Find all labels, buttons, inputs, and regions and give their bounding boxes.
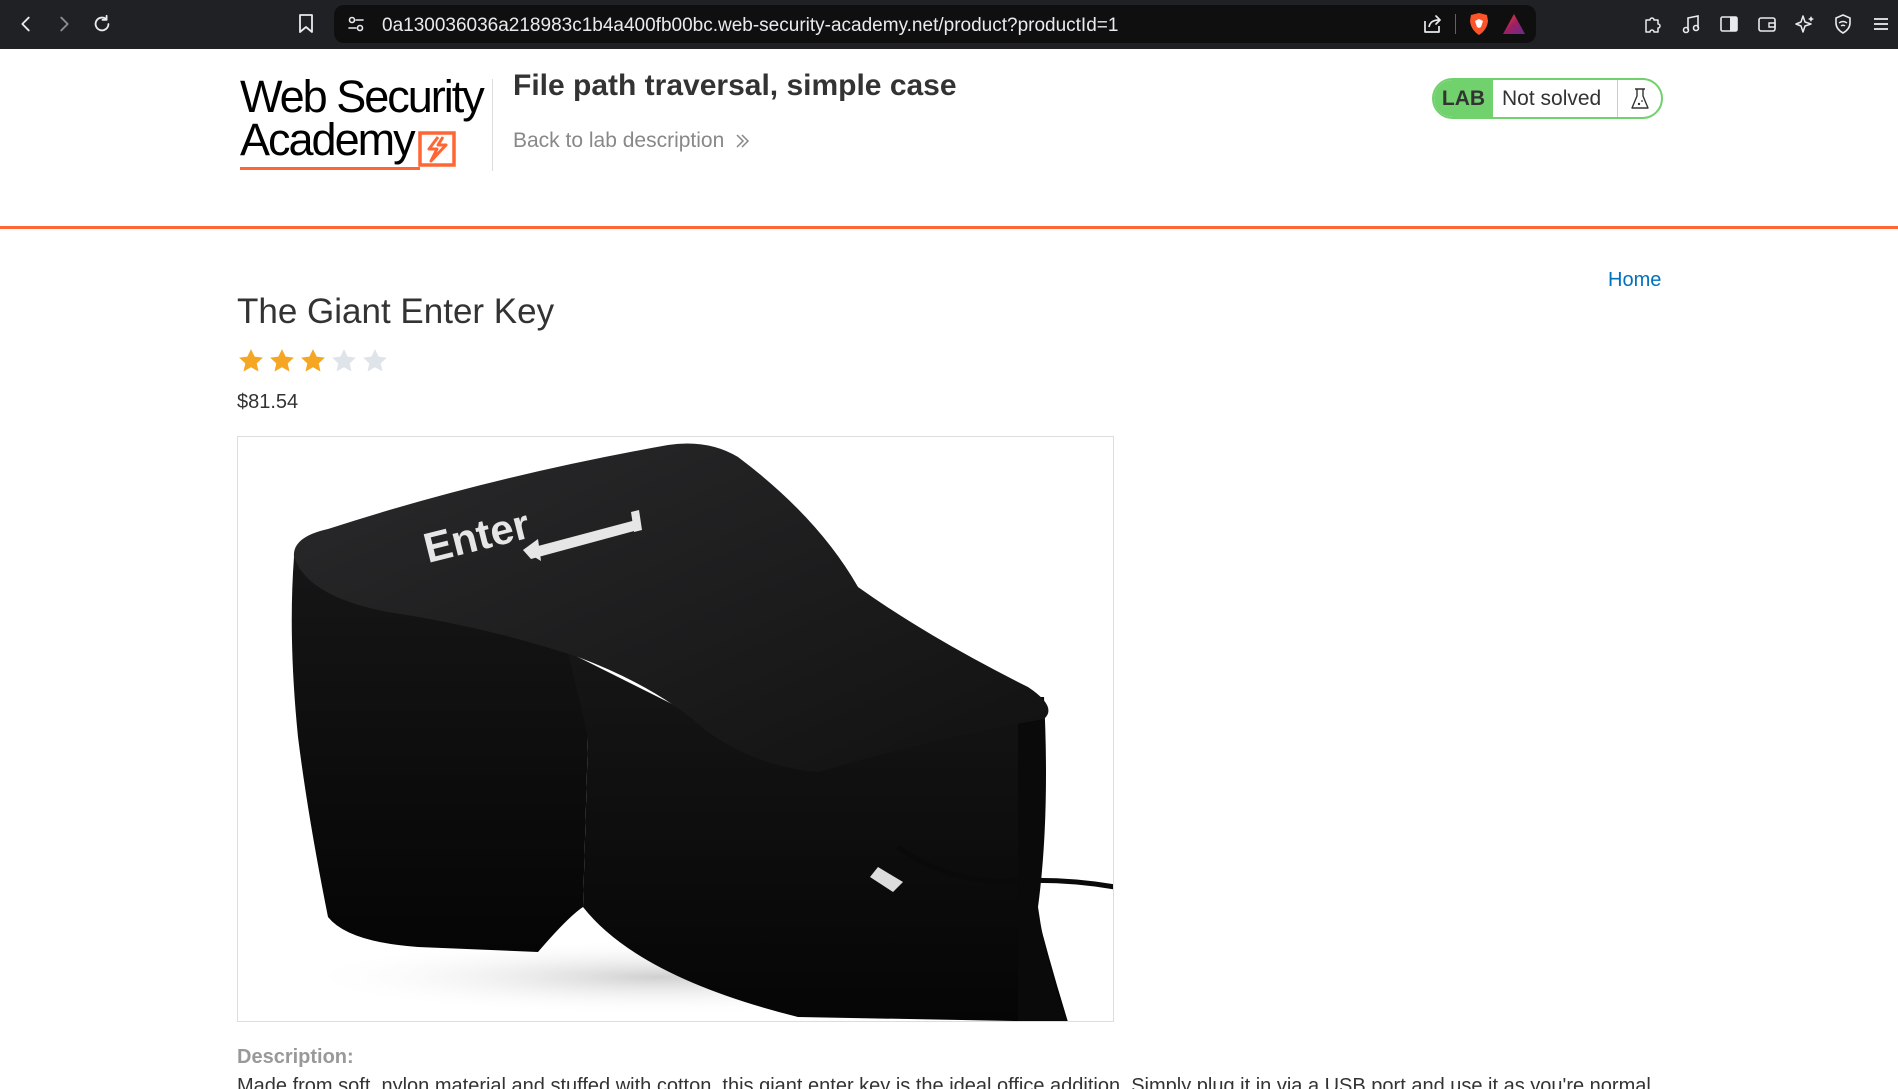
product-price: $81.54 <box>237 391 299 413</box>
lab-header: Web Security Academy File path traversal… <box>0 49 1898 229</box>
media-button[interactable] <box>1678 11 1704 37</box>
lab-title: File path traversal, simple case <box>513 69 957 102</box>
brave-rewards-button[interactable] <box>1502 13 1526 35</box>
share-icon <box>1424 15 1441 33</box>
brave-shields-icon <box>1470 13 1488 35</box>
wallet-button[interactable] <box>1754 11 1780 37</box>
logo-line1: Web Security <box>240 71 485 122</box>
forward-arrow-icon <box>60 16 69 32</box>
reload-button[interactable] <box>86 8 118 40</box>
sidebar-icon <box>1720 16 1738 32</box>
hamburger-menu-icon <box>1874 18 1888 30</box>
star-empty-icon <box>332 349 356 372</box>
reload-icon <box>94 14 110 32</box>
brave-rewards-icon <box>1503 14 1525 34</box>
lab-status-widget: LAB Not solved <box>1432 78 1663 119</box>
puzzle-icon <box>1645 17 1661 33</box>
leo-sparkle-icon <box>1795 15 1814 33</box>
flask-icon <box>1617 80 1661 117</box>
music-note-icon <box>1682 15 1700 34</box>
star-filled-icon <box>301 349 325 372</box>
share-button[interactable] <box>1421 13 1443 35</box>
web-security-academy-logo[interactable]: Web Security Academy <box>240 71 492 185</box>
browser-toolbar: 0a130036036a218983c1b4a400fb00bc.web-sec… <box>0 0 1898 49</box>
lab-badge: LAB <box>1434 80 1493 117</box>
forward-button[interactable] <box>48 8 80 40</box>
description-text: Made from soft, nylon material and stuff… <box>237 1075 1651 1089</box>
product-title: The Giant Enter Key <box>237 292 555 331</box>
menu-button[interactable] <box>1868 11 1894 37</box>
divider <box>1455 14 1456 34</box>
star-rating <box>237 347 389 375</box>
star-empty-icon <box>363 349 387 372</box>
brave-shields-button[interactable] <box>1468 12 1490 36</box>
lab-status-text: Not solved <box>1502 86 1602 110</box>
leo-button[interactable] <box>1792 11 1818 37</box>
url-text[interactable]: 0a130036036a218983c1b4a400fb00bc.web-sec… <box>382 15 1118 37</box>
description-label: Description: <box>237 1046 354 1068</box>
star-filled-icon <box>239 349 263 372</box>
back-to-lab-description-link[interactable]: Back to lab description <box>513 129 750 153</box>
bookmark-button[interactable] <box>292 10 320 38</box>
home-link[interactable]: Home <box>1608 269 1661 292</box>
extensions-bar <box>1640 10 1898 38</box>
header-divider <box>492 79 493 171</box>
back-button[interactable] <box>10 8 42 40</box>
sidebar-button[interactable] <box>1716 11 1742 37</box>
star-filled-icon <box>270 349 294 372</box>
product-image: Enter <box>237 436 1114 1022</box>
lightning-logo-icon <box>418 131 456 167</box>
wallet-icon <box>1758 17 1776 32</box>
bookmark-icon <box>299 14 313 33</box>
logo-underline <box>240 167 420 170</box>
giant-enter-key-illustration: Enter <box>291 443 1113 1021</box>
address-bar[interactable]: 0a130036036a218983c1b4a400fb00bc.web-sec… <box>334 5 1536 43</box>
back-arrow-icon <box>21 16 30 32</box>
tune-icon <box>348 16 364 32</box>
vpn-button[interactable] <box>1830 11 1856 37</box>
site-info-button[interactable] <box>346 14 366 34</box>
extensions-button[interactable] <box>1640 11 1666 37</box>
back-link-label: Back to lab description <box>513 129 725 152</box>
vpn-shield-icon <box>1835 14 1851 34</box>
double-chevron-right-icon <box>736 134 750 148</box>
